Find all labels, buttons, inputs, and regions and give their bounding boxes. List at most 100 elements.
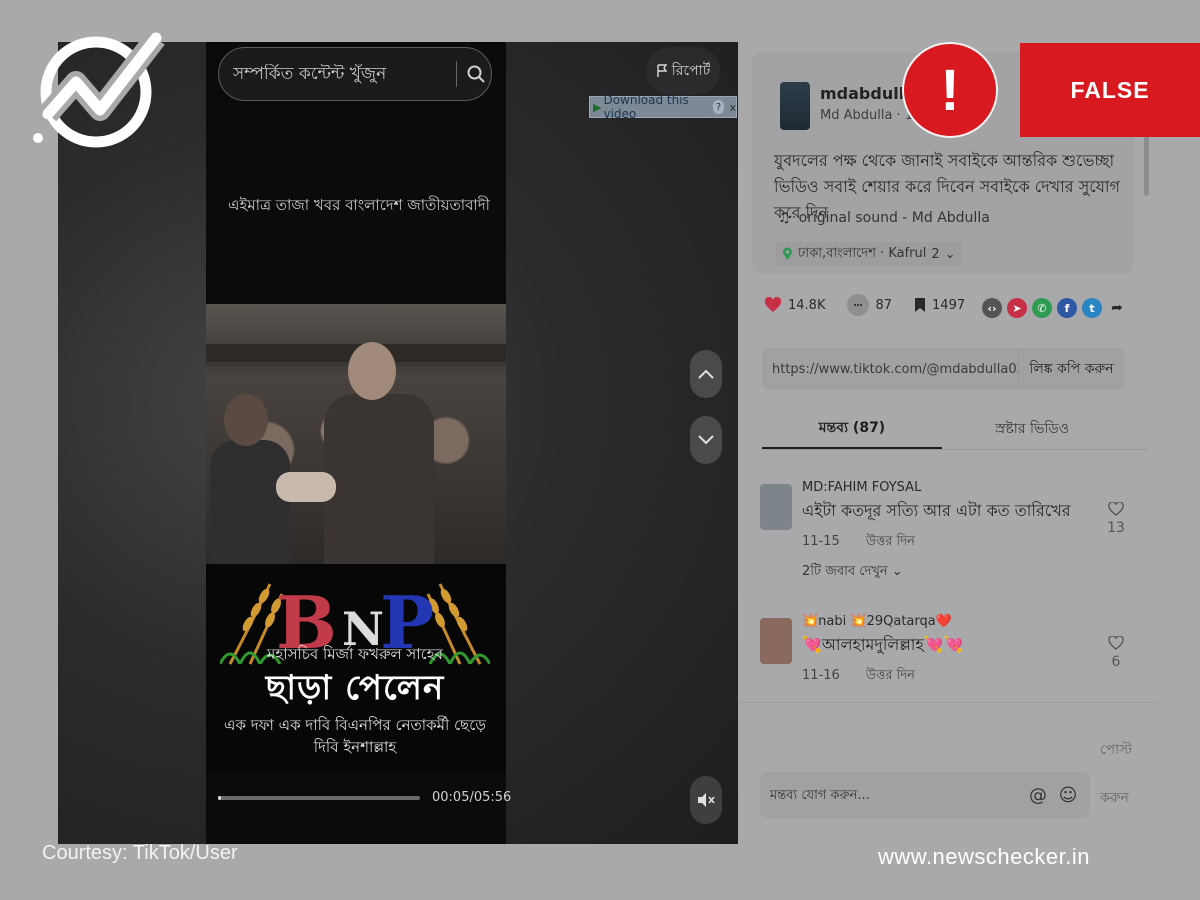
play-icon: ▶	[593, 100, 602, 114]
copy-link-button[interactable]: লিঙ্ক কপি করুন	[1018, 348, 1124, 390]
comment-input[interactable]	[770, 787, 1020, 803]
site-url: www.newschecker.in	[878, 844, 1090, 869]
photo-microphone	[276, 472, 336, 502]
avatar[interactable]	[780, 82, 810, 130]
photo-speaker	[324, 394, 434, 564]
whatsapp-icon[interactable]: ✆	[1032, 298, 1052, 318]
like-count: 14.8K	[788, 297, 826, 313]
verdict-label: FALSE	[1020, 43, 1200, 137]
video-progress-bar[interactable]	[218, 796, 420, 800]
search-bar[interactable]	[218, 47, 492, 101]
caption-line-1: এক দফা এক দাবি বিএনপির নেতাকর্মী ছেড়ে	[224, 716, 486, 734]
comment-item: 💥nabi 💥29Qatarqa❤️ 💘আলহামদুলিল্লাহ💘💘 11-…	[760, 614, 1140, 714]
save-count: 1497	[932, 297, 966, 313]
comment-composer[interactable]: @ ☺	[760, 772, 1090, 818]
comment-date: 11-15	[802, 534, 840, 549]
comment-meta: 11-16 উত্তর দিন	[802, 666, 937, 687]
post-comment-button[interactable]: করুন	[1100, 786, 1129, 810]
heart-outline-icon	[1108, 501, 1124, 516]
search-icon	[467, 65, 485, 83]
avatar[interactable]	[760, 618, 792, 664]
embed-icon[interactable]: ‹›	[982, 298, 1002, 318]
video-photo	[206, 304, 506, 564]
comment-like-count: 13	[1107, 520, 1125, 536]
flag-icon	[657, 64, 668, 77]
comment-tabs: মন্তব্য (87) স্রষ্টার ভিডিও	[762, 408, 1148, 450]
chevron-down-icon: ⌄	[891, 564, 903, 579]
comment-like-button[interactable]: 6	[1106, 635, 1126, 670]
download-video-bar[interactable]: ▶ Download this video ? x	[589, 93, 737, 121]
location-tag[interactable]: ঢাকা,বাংলাদেশ · Kafrul 2 ⌄	[776, 242, 962, 266]
divider	[738, 702, 1158, 703]
view-replies-button[interactable]: 2টি জবাব দেখুন ⌄	[802, 562, 903, 583]
heart-outline-icon	[1108, 635, 1124, 650]
chevron-down-icon	[698, 435, 714, 445]
tab-creator-videos[interactable]: স্রষ্টার ভিডিও	[942, 408, 1122, 449]
location-label: ঢাকা,বাংলাদেশ · Kafrul	[798, 245, 927, 261]
caption-line-2: দিবি ইনশাল্লাহ	[313, 738, 397, 756]
mute-button[interactable]	[690, 776, 722, 824]
photo-woman-head	[224, 394, 268, 446]
close-icon[interactable]: x	[729, 101, 736, 114]
tab-comments[interactable]: মন্তব্য (87)	[762, 408, 942, 449]
reply-button[interactable]: উত্তর দিন	[866, 668, 915, 683]
video-progress-fill	[218, 796, 222, 800]
comment-button[interactable]: 87	[847, 294, 892, 316]
comment-icon	[847, 294, 870, 316]
alert-icon: !	[902, 42, 998, 138]
photo-woman	[210, 440, 290, 564]
twitter-icon[interactable]: t	[1082, 298, 1102, 318]
post-panel: mdabdulla020 Md Abdulla · 11-5 যুবদলের প…	[738, 42, 1158, 844]
copy-link-row: https://www.tiktok.com/@mdabdulla0206/vi…	[762, 348, 1124, 390]
send-icon[interactable]: ➤	[1007, 298, 1027, 318]
comment-author[interactable]: 💥nabi 💥29Qatarqa❤️	[802, 614, 952, 629]
comment-meta: 11-15 উত্তর দিন	[802, 532, 937, 553]
comment-date: 11-16	[802, 668, 840, 683]
previous-video-button[interactable]	[690, 350, 722, 398]
reply-button[interactable]: উত্তর দিন	[866, 534, 915, 549]
save-button[interactable]: 1497	[914, 297, 965, 313]
location-pin-icon	[783, 247, 792, 260]
video-caption: এক দফা এক দাবি বিএনপির নেতাকর্মী ছেড়ে দ…	[210, 714, 500, 758]
comment-like-button[interactable]: 13	[1106, 501, 1126, 536]
photo-speaker-head	[348, 342, 396, 400]
report-label: রিপোর্ট	[671, 63, 711, 79]
share-buttons: ‹› ➤ ✆ f t ➦	[982, 298, 1127, 318]
exclamation-mark: !	[940, 57, 960, 123]
newschecker-logo	[33, 31, 165, 148]
comment-text: এইটা কতদূর সত্যি আর এটা কত তারিখের	[802, 501, 1071, 520]
mention-icon[interactable]: @	[1026, 783, 1050, 807]
download-label[interactable]: Download this video	[603, 93, 706, 121]
comment-like-count: 6	[1111, 654, 1121, 670]
view-replies-label: 2টি জবাব দেখুন	[802, 564, 888, 579]
courtesy-credit: Courtesy: TikTok/User	[42, 842, 238, 864]
comment-count: 87	[875, 297, 893, 313]
like-button[interactable]: 14.8K	[764, 297, 825, 313]
avatar[interactable]	[760, 484, 792, 530]
post-link-url[interactable]: https://www.tiktok.com/@mdabdulla0206/vi…	[762, 362, 1018, 377]
search-separator	[456, 61, 457, 87]
location-more-count: 2	[931, 246, 940, 262]
post-sound[interactable]: ♫ original sound - Md Abdulla	[778, 210, 990, 226]
emoji-icon[interactable]: ☺	[1056, 783, 1080, 807]
search-button[interactable]	[461, 57, 491, 91]
speaker-muted-icon	[698, 793, 715, 807]
report-button[interactable]: রিপোর্ট	[646, 47, 720, 95]
chevron-up-icon	[698, 369, 714, 379]
chevron-down-icon: ⌄	[944, 246, 956, 262]
video-headline: এইমাত্র তাজা খবর বাংলাদেশ জাতীয়তাবাদী	[228, 196, 490, 214]
bookmark-icon	[915, 298, 926, 312]
share-arrow-icon[interactable]: ➦	[1107, 298, 1127, 318]
post-label: পোস্ট	[1100, 742, 1132, 758]
search-input[interactable]	[233, 64, 452, 84]
help-icon[interactable]: ?	[712, 100, 725, 114]
comment-author[interactable]: MD:FAHIM FOYSAL	[802, 480, 921, 495]
next-video-button[interactable]	[690, 416, 722, 464]
comment-item: MD:FAHIM FOYSAL এইটা কতদূর সত্যি আর এটা …	[760, 480, 1140, 600]
video-player[interactable]: রিপোর্ট ▶ Download this video ? x এইমাত্…	[58, 42, 738, 844]
post-actions: 14.8K 87 1497	[764, 294, 987, 316]
video-time: 00:05/05:56	[432, 790, 512, 805]
video-big-title: ছাড়া পেলেন	[265, 668, 445, 708]
facebook-icon[interactable]: f	[1057, 298, 1077, 318]
music-note-icon: ♫	[778, 210, 791, 226]
